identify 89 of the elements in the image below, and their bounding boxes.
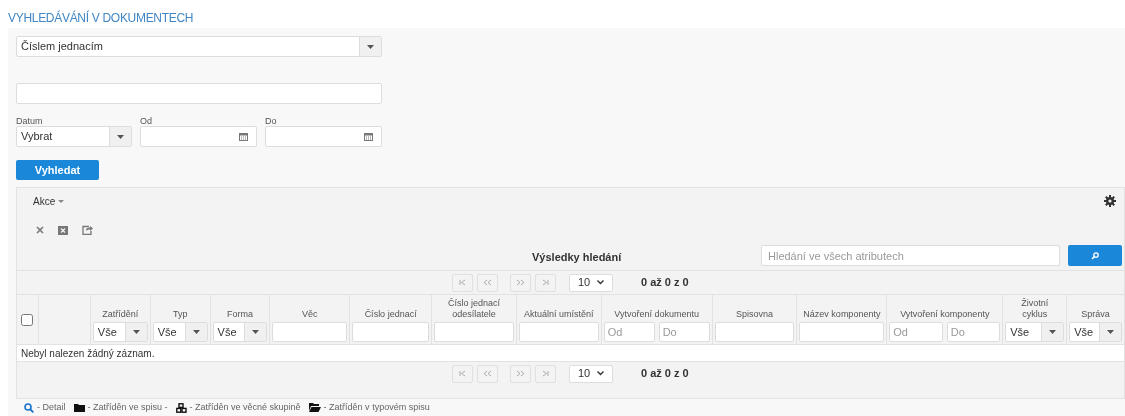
record-range: 0 až 0 z 0	[641, 275, 689, 291]
export-icon[interactable]	[82, 225, 93, 235]
previous-icon	[483, 278, 492, 287]
settings-icon[interactable]	[1104, 195, 1116, 207]
field-label: Od	[140, 116, 153, 126]
column-header: Aktuální umístění	[524, 309, 594, 320]
calendar-icon	[364, 132, 373, 141]
column-header: Typ	[172, 309, 188, 320]
column-header: Číslo jednací	[364, 309, 417, 320]
text-field[interactable]	[16, 83, 382, 104]
legend-text: - Detail	[37, 401, 66, 414]
record-range: 0 až 0 z 0	[641, 366, 689, 382]
search-button[interactable]	[1068, 245, 1122, 266]
open-folder-icon	[308, 403, 321, 413]
column-header: Věc	[302, 309, 318, 320]
filter-field[interactable]	[799, 322, 885, 342]
column-header: Vytvoření dokumentu	[614, 309, 700, 320]
filter-field[interactable]	[714, 322, 795, 342]
caret-icon	[252, 330, 260, 334]
caret-icon	[192, 330, 200, 334]
filter-field[interactable]: Od	[889, 322, 943, 342]
last-page-button[interactable]	[535, 364, 556, 383]
chevron-icon	[597, 371, 604, 376]
column-header: Vytvoření komponenty	[900, 309, 990, 320]
empty-message: Nebyl nalezen žádný záznam.	[21, 346, 155, 361]
close-icon[interactable]	[36, 226, 44, 234]
select-field[interactable]: Vše	[92, 322, 148, 342]
previous-icon	[483, 369, 492, 378]
filter-field[interactable]: Od	[603, 322, 655, 342]
caret-icon	[117, 134, 124, 139]
last-icon	[541, 278, 550, 287]
select-field[interactable]: Vše	[152, 322, 208, 342]
search-icon	[1091, 251, 1099, 260]
legend-text: - Zatříděn v typovém spisu	[323, 401, 430, 414]
cubes-icon	[175, 402, 187, 413]
actions-menu[interactable]: Akce	[33, 193, 65, 209]
clear-icon[interactable]	[58, 225, 68, 235]
caret-icon	[132, 330, 140, 334]
chevron-icon	[597, 280, 604, 285]
calendar-icon	[239, 132, 248, 141]
filter-field[interactable]: Do	[946, 322, 1001, 342]
next-page-button[interactable]	[510, 364, 531, 383]
field-label: Datum	[16, 116, 44, 126]
filter-field[interactable]	[352, 322, 430, 342]
caret-icon	[1107, 330, 1114, 334]
folder-icon	[73, 403, 85, 413]
column-header: Číslo jednací odesílatele	[446, 298, 501, 320]
caret-icon	[1049, 330, 1057, 334]
field-label: Do	[265, 116, 278, 126]
date-field[interactable]	[265, 126, 382, 147]
caret-icon	[58, 199, 65, 203]
next-page-button[interactable]	[510, 273, 531, 292]
results-title: Výsledky hledání	[532, 250, 622, 265]
date-field[interactable]	[140, 126, 257, 147]
caret-icon	[367, 44, 374, 49]
previous-page-button[interactable]	[477, 273, 498, 292]
filter-field[interactable]: Do	[658, 322, 710, 342]
filter-field[interactable]	[434, 322, 514, 342]
page-title: VYHLEDÁVÁNÍ V DOKUMENTECH	[8, 9, 194, 27]
column-header: Spisovna	[736, 309, 774, 320]
column-header: Zatřídění	[102, 309, 139, 320]
column-header: Životní cyklus	[1020, 298, 1050, 320]
page-size-select[interactable]: 10	[569, 364, 613, 383]
checkbox[interactable]	[21, 313, 34, 326]
legend-text: - Zatříděn ve spisu -	[87, 401, 168, 414]
previous-page-button[interactable]	[477, 364, 498, 383]
first-page-button[interactable]	[452, 364, 473, 383]
select-field[interactable]: Vše	[1005, 322, 1065, 342]
select-field[interactable]: Vše	[1069, 322, 1122, 342]
first-icon	[458, 369, 467, 378]
first-icon	[458, 278, 467, 287]
select-field[interactable]: Vybrat	[16, 126, 132, 147]
legend-text: - Zatříděn ve věcné skupině	[189, 401, 301, 414]
last-icon	[541, 369, 550, 378]
page-size-select[interactable]: 10	[569, 273, 613, 292]
filter-field[interactable]	[518, 322, 599, 342]
last-page-button[interactable]	[535, 273, 556, 292]
column-header: Forma	[227, 309, 253, 320]
next-icon	[516, 278, 525, 287]
filter-field[interactable]	[272, 322, 348, 342]
search-field[interactable]: Hledání ve všech atributech	[761, 245, 1060, 266]
search-icon	[24, 402, 34, 413]
select-field[interactable]: Vše	[212, 322, 268, 342]
first-page-button[interactable]	[452, 273, 473, 292]
select-field[interactable]: Číslem jednacím	[16, 36, 382, 57]
next-icon	[516, 369, 525, 378]
column-header: Název komponenty	[803, 309, 881, 320]
column-header: Správa	[1080, 309, 1111, 320]
search-button[interactable]: Vyhledat	[16, 160, 99, 180]
